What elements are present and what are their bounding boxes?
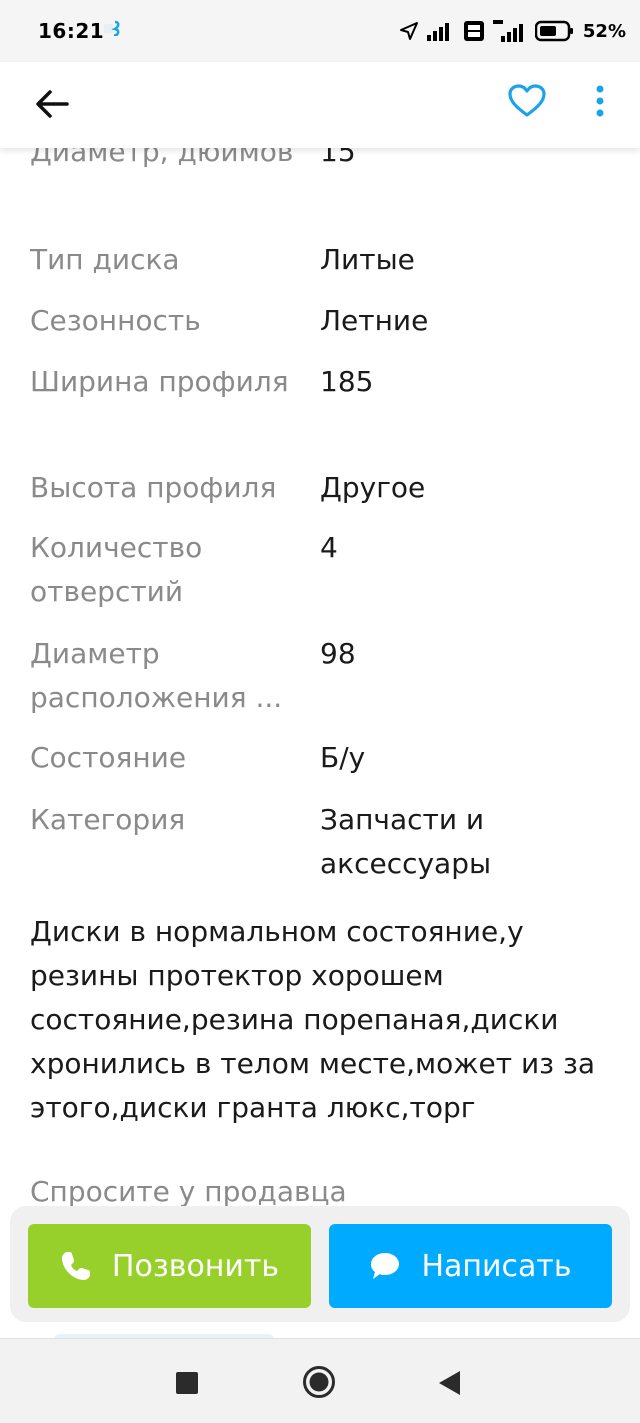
signal-icon (426, 23, 449, 41)
param-value: Запчасти и аксессуары (320, 803, 492, 880)
more-options-button[interactable] (578, 76, 622, 126)
status-time: 16:21 (38, 19, 105, 43)
param-label: Диаметр расположения ... (30, 637, 283, 714)
param-label: Сезонность (30, 304, 201, 337)
write-button[interactable]: Написать (329, 1224, 612, 1308)
item-details-screen: 16:21 52% Диаметр, дюймов 15 Тип диска Л… (0, 0, 640, 1423)
app-bar (0, 62, 640, 148)
param-value: 4 (320, 531, 338, 564)
back-button[interactable] (28, 80, 76, 128)
write-button-label: Написать (421, 1248, 572, 1284)
param-value: Другое (320, 471, 426, 504)
system-nav-bar (0, 1338, 640, 1423)
battery-percent: 52% (582, 20, 626, 42)
status-bar: 16:21 52% (0, 0, 640, 62)
signal-4g-icon (492, 20, 523, 42)
param-label: Состояние (30, 741, 187, 774)
battery-icon (534, 20, 573, 42)
app-notification-icon (104, 20, 120, 36)
home-circle-icon[interactable] (302, 1365, 336, 1399)
location-icon (399, 22, 418, 40)
item-description: Диски в нормальном состояние,у резины пр… (30, 915, 595, 1124)
param-label: Количество отверстий (30, 531, 203, 608)
param-label: Тип диска (30, 243, 180, 276)
param-value: Литые (320, 243, 415, 276)
call-button-label: Позвонить (111, 1248, 280, 1284)
contact-action-bar: Позвонить Написать (10, 1206, 630, 1322)
recents-square-icon[interactable] (176, 1372, 198, 1394)
details-content[interactable]: Диаметр, дюймов 15 Тип диска Литые Сезон… (0, 130, 640, 1210)
back-triangle-icon[interactable] (436, 1369, 462, 1397)
param-label: Категория (30, 803, 186, 836)
more-vertical-icon (596, 85, 604, 117)
param-label: Высота профиля (30, 471, 277, 504)
heart-icon (508, 84, 546, 117)
chat-bubble-icon (371, 1253, 400, 1279)
back-arrow-icon (36, 90, 69, 118)
favorite-button[interactable] (502, 76, 552, 126)
param-value: 185 (320, 365, 374, 398)
phone-icon (61, 1252, 90, 1280)
call-button[interactable]: Позвонить (28, 1224, 311, 1308)
status-icons: 52% (399, 18, 626, 44)
param-value: Летние (320, 304, 429, 337)
volte-icon (463, 21, 484, 41)
ask-seller-heading: Спросите у продавца (30, 1175, 347, 1208)
param-value: Б/у (320, 741, 366, 774)
param-value: 98 (320, 637, 356, 670)
param-label: Ширина профиля (30, 365, 289, 398)
